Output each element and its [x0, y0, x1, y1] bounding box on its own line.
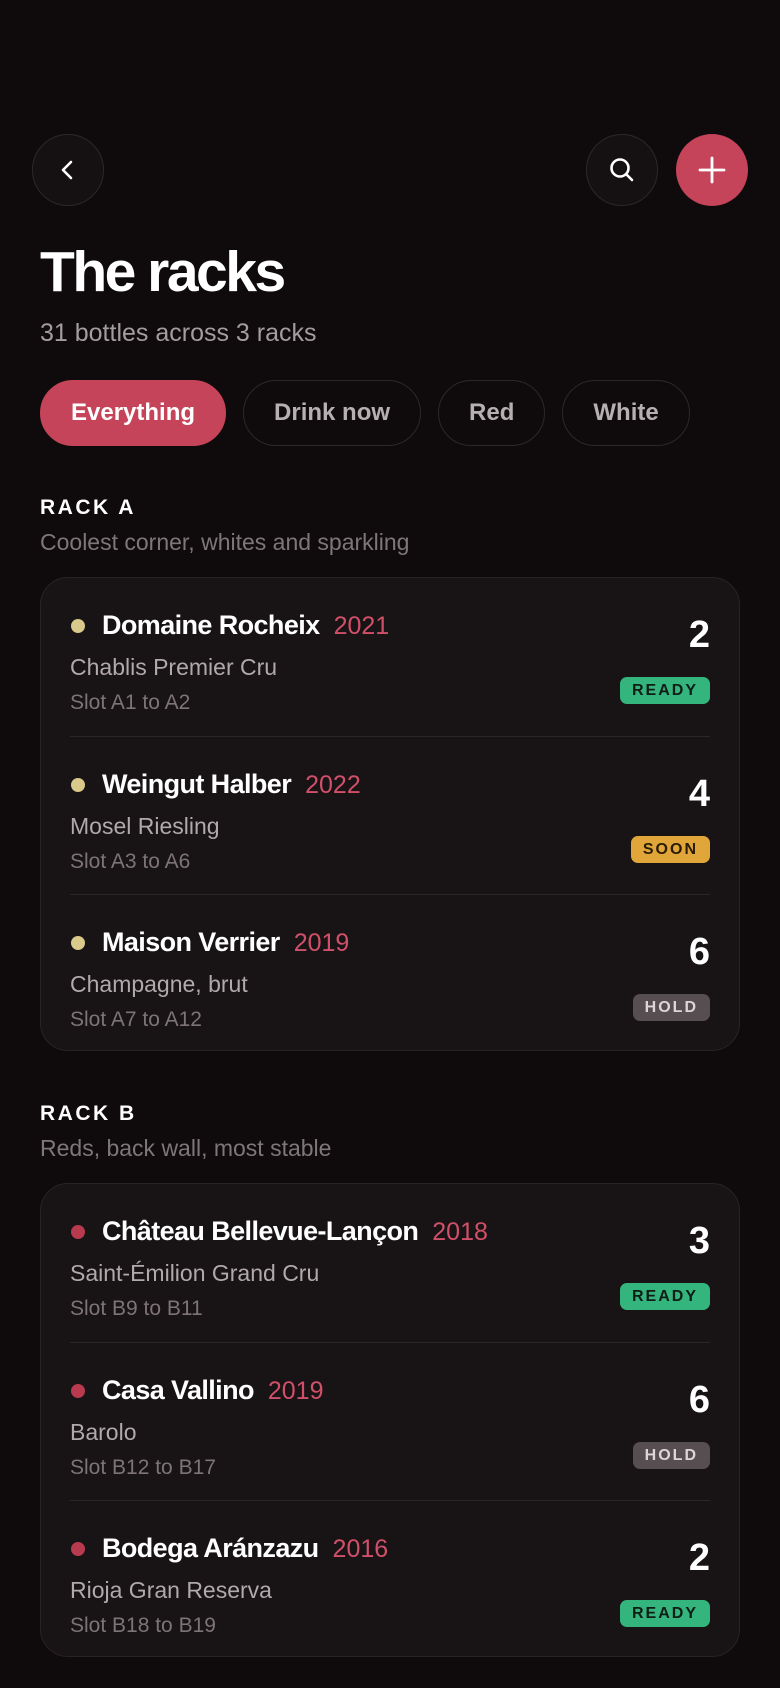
status-badge: SOON	[630, 836, 710, 863]
chevron-left-icon	[61, 160, 73, 180]
page-subtitle: 31 bottles across 3 racks	[40, 319, 317, 347]
appellation: Mosel Riesling	[70, 813, 220, 839]
status-badge: HOLD	[632, 1442, 710, 1469]
bottle-count: 6	[688, 1379, 710, 1421]
bottle-count: 2	[688, 1537, 710, 1579]
vintage: 2019	[267, 1377, 324, 1405]
wine-row[interactable]: Casa Vallino 2019 Barolo Slot B12 to B17 …	[70, 1342, 710, 1500]
status-badge: READY	[619, 1283, 710, 1310]
wine-row[interactable]: Domaine Rocheix 2021 Chablis Premier Cru …	[70, 578, 710, 736]
wine-name: Weingut Halber 2022	[102, 769, 361, 800]
red-wine-dot	[71, 1384, 85, 1398]
search-icon	[610, 158, 634, 182]
filter-chip-drink-now[interactable]: Drink now	[243, 380, 422, 446]
producer: Château Bellevue-Lançon	[102, 1216, 419, 1246]
producer: Casa Vallino	[102, 1375, 254, 1405]
plus-icon	[698, 156, 726, 184]
bottle-count: 4	[688, 773, 710, 815]
vintage: 2019	[293, 929, 350, 957]
white-wine-dot	[71, 778, 85, 792]
vintage: 2016	[332, 1535, 389, 1563]
filter-chip-red[interactable]: Red	[438, 380, 546, 446]
page-title: The racks	[40, 240, 286, 304]
appellation: Barolo	[70, 1419, 137, 1445]
vintage: 2018	[432, 1218, 488, 1246]
status-badge: READY	[619, 677, 710, 704]
appellation: Rioja Gran Reserva	[70, 1577, 272, 1603]
wine-name: Maison Verrier 2019	[102, 927, 349, 958]
bottle-count: 6	[688, 931, 710, 973]
filter-chips: Everything Drink now Red White	[40, 380, 690, 446]
vintage: 2022	[305, 771, 361, 799]
producer: Weingut Halber	[102, 769, 292, 799]
wine-row[interactable]: Maison Verrier 2019 Champagne, brut Slot …	[70, 894, 710, 1052]
producer: Bodega Aránzazu	[102, 1533, 319, 1563]
producer: Maison Verrier	[102, 927, 280, 957]
appellation: Champagne, brut	[70, 971, 248, 997]
filter-chip-everything[interactable]: Everything	[40, 380, 227, 446]
slot: Slot A7 to A12	[70, 1008, 202, 1031]
appellation: Chablis Premier Cru	[70, 654, 278, 680]
filter-chip-white[interactable]: White	[562, 380, 690, 446]
red-wine-dot	[71, 1225, 85, 1239]
slot: Slot A3 to A6	[70, 850, 191, 873]
search-button[interactable]	[586, 134, 658, 206]
vintage: 2021	[333, 612, 390, 640]
rack-card: Château Bellevue-Lançon 2018 Saint-Émilio…	[40, 1183, 740, 1657]
add-bottle-button[interactable]	[676, 134, 748, 206]
status-badge: HOLD	[632, 994, 710, 1021]
slot: Slot B12 to B17	[70, 1456, 216, 1479]
producer: Domaine Rocheix	[102, 610, 320, 640]
white-wine-dot	[71, 936, 85, 950]
bottle-count: 3	[688, 1220, 710, 1262]
wine-name: Château Bellevue-Lançon 2018	[102, 1216, 488, 1247]
rack-description: Coolest corner, whites and sparkling	[40, 529, 410, 555]
appellation: Saint-Émilion Grand Cru	[70, 1260, 320, 1286]
rack-heading: RACK B	[40, 1102, 137, 1125]
bottle-count: 2	[688, 614, 710, 656]
wine-name: Bodega Aránzazu 2016	[102, 1533, 388, 1564]
white-wine-dot	[71, 619, 85, 633]
rack-heading: RACK A	[40, 496, 136, 519]
rack-description: Reds, back wall, most stable	[40, 1135, 332, 1161]
slot: Slot A1 to A2	[70, 691, 191, 714]
rack-card: Domaine Rocheix 2021 Chablis Premier Cru …	[40, 577, 740, 1051]
wine-name: Casa Vallino 2019	[102, 1375, 324, 1406]
red-wine-dot	[71, 1542, 85, 1556]
slot: Slot B9 to B11	[70, 1297, 203, 1320]
wine-row[interactable]: Château Bellevue-Lançon 2018 Saint-Émilio…	[70, 1184, 710, 1342]
slot: Slot B18 to B19	[70, 1614, 216, 1637]
wine-row[interactable]: Bodega Aránzazu 2016 Rioja Gran Reserva S…	[70, 1500, 710, 1658]
racks-screen: The racks 31 bottles across 3 racks Ever…	[0, 0, 780, 1688]
status-badge: READY	[619, 1600, 710, 1627]
wine-name: Domaine Rocheix 2021	[102, 610, 389, 641]
back-button[interactable]	[32, 134, 104, 206]
wine-row[interactable]: Weingut Halber 2022 Mosel Riesling Slot A…	[70, 736, 710, 894]
